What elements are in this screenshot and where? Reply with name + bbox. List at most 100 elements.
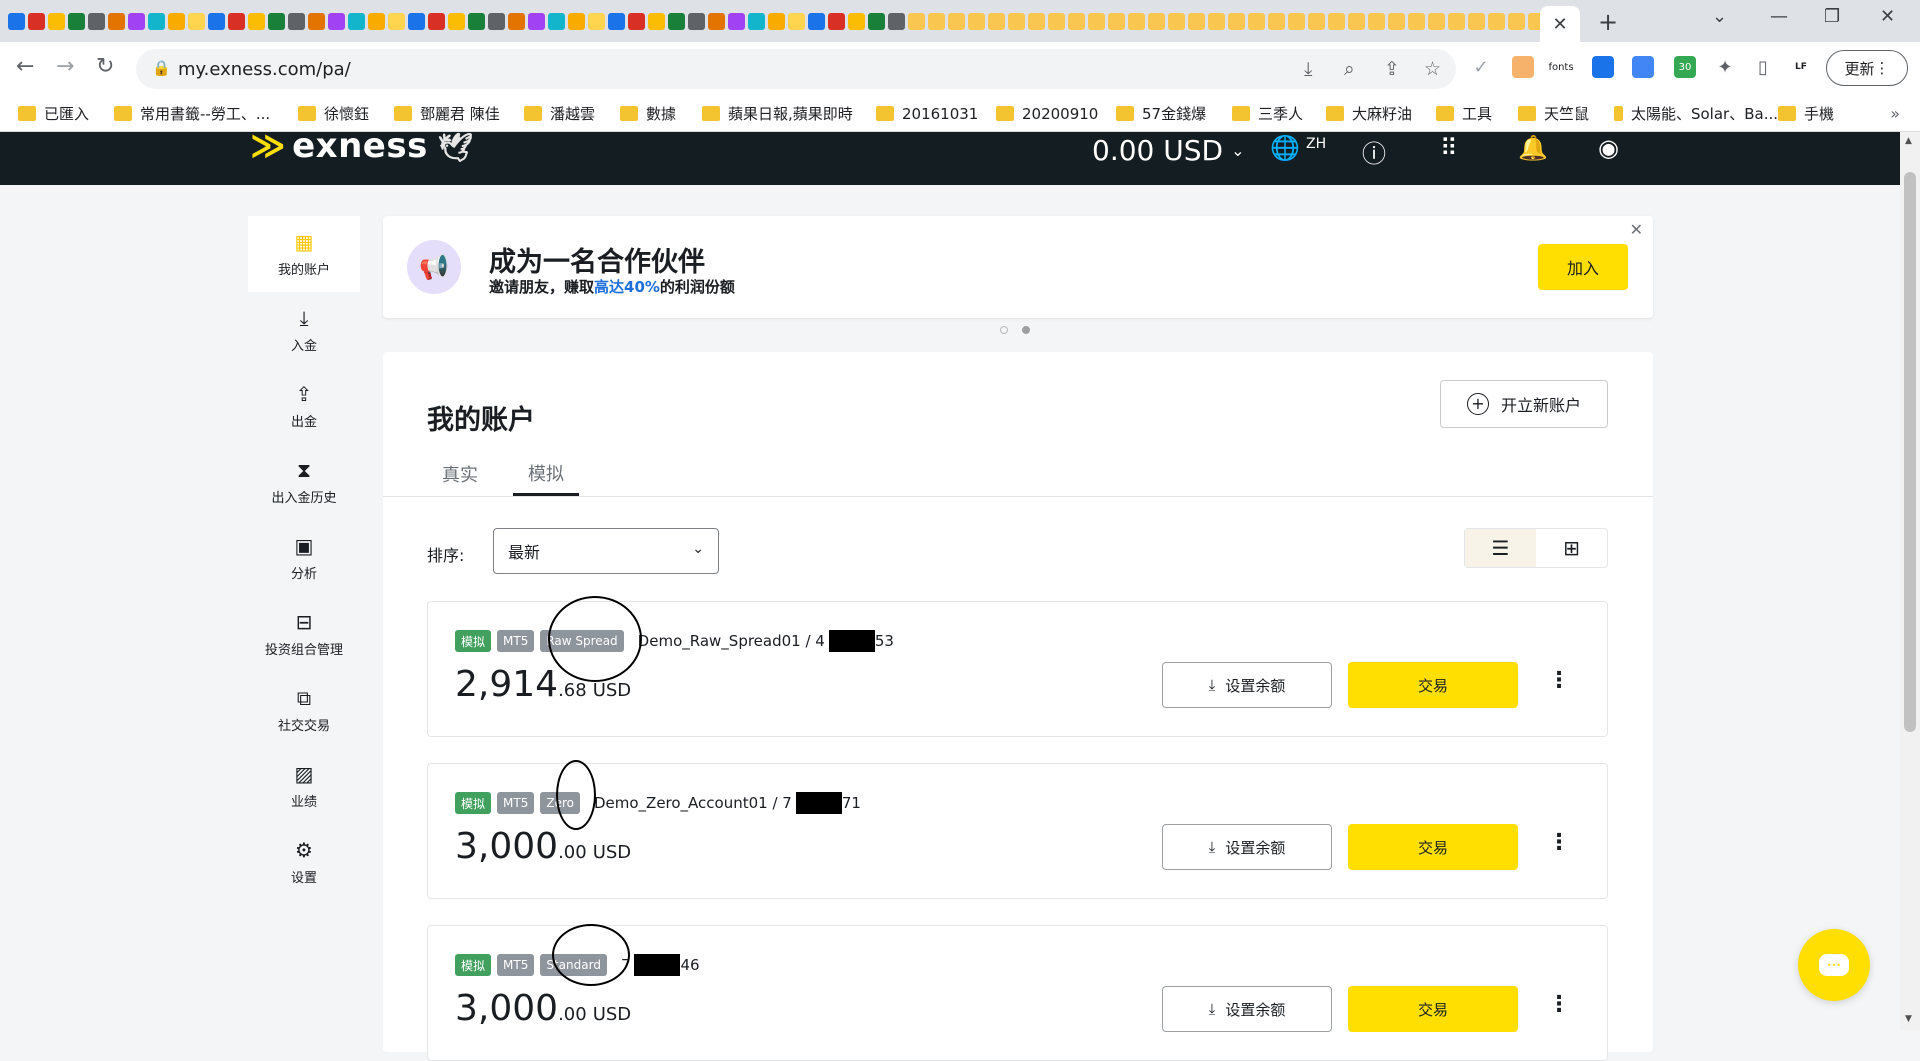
pinned-tab-favicon-icon[interactable]: [1048, 12, 1065, 30]
pinned-tab-favicon-icon[interactable]: [1488, 12, 1505, 30]
apps-grid-icon[interactable]: ⠿: [1440, 134, 1458, 162]
pinned-tab-favicon-icon[interactable]: [108, 12, 125, 30]
pinned-tab-favicon-icon[interactable]: [888, 12, 905, 30]
check-extension-icon[interactable]: ✓: [1470, 56, 1492, 78]
pinned-tab-favicon-icon[interactable]: [1268, 12, 1285, 30]
pinned-tab-favicon-icon[interactable]: [908, 12, 925, 30]
pinned-tab-favicon-icon[interactable]: [648, 12, 665, 30]
pinned-tab-favicon-icon[interactable]: [148, 12, 165, 30]
extension-icon[interactable]: [1592, 56, 1614, 78]
sort-dropdown[interactable]: 最新 ⌄: [493, 528, 719, 574]
pinned-tab-favicon-icon[interactable]: [1208, 12, 1225, 30]
pagination-dot-active[interactable]: [1022, 326, 1030, 334]
pinned-tab-favicon-icon[interactable]: [728, 12, 745, 30]
close-icon[interactable]: ✕: [1630, 220, 1643, 239]
bookmark-item[interactable]: 工具: [1436, 103, 1518, 124]
pinned-tab-favicon-icon[interactable]: [488, 12, 505, 30]
pinned-tab-favicon-icon[interactable]: [208, 12, 225, 30]
chat-support-button[interactable]: •••: [1798, 929, 1870, 1001]
zoom-icon[interactable]: ⌕: [1344, 58, 1355, 80]
pinned-tab-favicon-icon[interactable]: [1088, 12, 1105, 30]
sidebar-item-social-trading[interactable]: ⧉ 社交交易: [248, 672, 360, 748]
pinned-tab-favicon-icon[interactable]: [248, 12, 265, 30]
set-balance-button[interactable]: ⤓ 设置余额: [1162, 662, 1332, 708]
scroll-down-icon[interactable]: ▼: [1905, 1014, 1912, 1024]
sidebar-item-analytics[interactable]: ▣ 分析: [248, 520, 360, 596]
pinned-tab-favicon-icon[interactable]: [68, 12, 85, 30]
pinned-tab-favicon-icon[interactable]: [348, 12, 365, 30]
trade-button[interactable]: 交易: [1348, 986, 1518, 1032]
pinned-tab-favicon-icon[interactable]: [848, 12, 865, 30]
bookmark-item[interactable]: 鄧麗君 陳佳: [394, 103, 524, 124]
bookmark-item[interactable]: 大麻籽油: [1326, 103, 1436, 124]
pinned-tab-favicon-icon[interactable]: [288, 12, 305, 30]
pinned-tab-favicon-icon[interactable]: [588, 12, 605, 30]
pinned-tab-favicon-icon[interactable]: [168, 12, 185, 30]
tab-real[interactable]: 真实: [427, 452, 493, 496]
new-tab-button[interactable]: +: [1598, 8, 1618, 36]
trade-button[interactable]: 交易: [1348, 662, 1518, 708]
pinned-tab-favicon-icon[interactable]: [408, 12, 425, 30]
pinned-tab-favicon-icon[interactable]: [928, 12, 945, 30]
more-options-icon[interactable]: ⋮: [1548, 830, 1570, 855]
sidebar-item-history[interactable]: ⧗ 出入金历史: [248, 444, 360, 520]
close-tab-icon[interactable]: ✕: [1552, 14, 1567, 35]
sidebar-item-settings[interactable]: ⚙ 设置: [248, 824, 360, 900]
more-options-icon[interactable]: ⋮: [1548, 668, 1570, 693]
pinned-tab-favicon-icon[interactable]: [608, 12, 625, 30]
list-view-icon[interactable]: ☰: [1465, 529, 1536, 567]
pinned-tab-favicon-icon[interactable]: [948, 12, 965, 30]
more-options-icon[interactable]: ⋮: [1548, 992, 1570, 1017]
pinned-tab-favicon-icon[interactable]: [1108, 12, 1125, 30]
pinned-tab-favicon-icon[interactable]: [1448, 12, 1465, 30]
pinned-tab-favicon-icon[interactable]: [28, 12, 45, 30]
more-bookmarks-icon[interactable]: »: [1890, 104, 1900, 123]
active-tab[interactable]: ✕: [1540, 6, 1580, 42]
help-icon[interactable]: ⓘ: [1362, 134, 1386, 169]
pinned-tab-favicon-icon[interactable]: [1168, 12, 1185, 30]
pinned-tab-favicon-icon[interactable]: [8, 12, 25, 30]
pinned-tab-favicon-icon[interactable]: [1128, 12, 1145, 30]
install-icon[interactable]: ⤓: [1304, 58, 1312, 80]
pinned-tab-favicon-icon[interactable]: [228, 12, 245, 30]
pinned-tab-favicon-icon[interactable]: [1148, 12, 1165, 30]
sidebar-item-deposit[interactable]: ⤓ 入金: [248, 292, 360, 368]
pinned-tab-favicon-icon[interactable]: [1288, 12, 1305, 30]
pinned-tab-favicon-icon[interactable]: [548, 12, 565, 30]
pinned-tab-favicon-icon[interactable]: [428, 12, 445, 30]
grid-view-icon[interactable]: ⊞: [1536, 529, 1607, 567]
trade-button[interactable]: 交易: [1348, 824, 1518, 870]
linux-fans-icon[interactable]: LF: [1790, 56, 1812, 78]
pinned-tab-favicon-icon[interactable]: [1328, 12, 1345, 30]
header-balance[interactable]: 0.00 USD ⌄: [1092, 132, 1244, 168]
bookmark-item[interactable]: 三季人: [1232, 103, 1326, 124]
tab-demo[interactable]: 模拟: [513, 452, 579, 496]
sidebar-item-portfolio[interactable]: ⊟ 投资组合管理: [248, 596, 360, 672]
extension-icon[interactable]: [1512, 56, 1534, 78]
bookmark-item[interactable]: 57金錢爆: [1116, 103, 1232, 124]
pinned-tab-favicon-icon[interactable]: [1388, 12, 1405, 30]
pinned-tab-favicon-icon[interactable]: [1508, 12, 1525, 30]
pinned-tab-favicon-icon[interactable]: [988, 12, 1005, 30]
pinned-tab-favicon-icon[interactable]: [448, 12, 465, 30]
pinned-tab-favicon-icon[interactable]: [88, 12, 105, 30]
pinned-tab-favicon-icon[interactable]: [308, 12, 325, 30]
pinned-tab-favicon-icon[interactable]: [1228, 12, 1245, 30]
pinned-tab-favicon-icon[interactable]: [1028, 12, 1045, 30]
pinned-tab-favicon-icon[interactable]: [128, 12, 145, 30]
user-icon[interactable]: ◉: [1598, 134, 1619, 162]
pinned-tab-favicon-icon[interactable]: [1368, 12, 1385, 30]
pinned-tab-favicon-icon[interactable]: [1008, 12, 1025, 30]
pinned-tab-favicon-icon[interactable]: [508, 12, 525, 30]
pinned-tab-favicon-icon[interactable]: [628, 12, 645, 30]
address-bar[interactable]: 🔒 my.exness.com/pa/ ⤓ ⌕ ⇪ ☆: [136, 49, 1456, 89]
share-icon[interactable]: ⇪: [1384, 58, 1400, 80]
pinned-tab-favicon-icon[interactable]: [688, 12, 705, 30]
pinned-tab-favicon-icon[interactable]: [1188, 12, 1205, 30]
lock-icon[interactable]: 🔒: [152, 59, 171, 77]
pagination-dot[interactable]: [1000, 326, 1008, 334]
page-scrollbar[interactable]: ▲ ▼: [1900, 132, 1920, 1030]
pinned-tab-favicon-icon[interactable]: [768, 12, 785, 30]
update-button[interactable]: 更新 ⋮: [1826, 50, 1908, 86]
pinned-tab-favicon-icon[interactable]: [1068, 12, 1085, 30]
